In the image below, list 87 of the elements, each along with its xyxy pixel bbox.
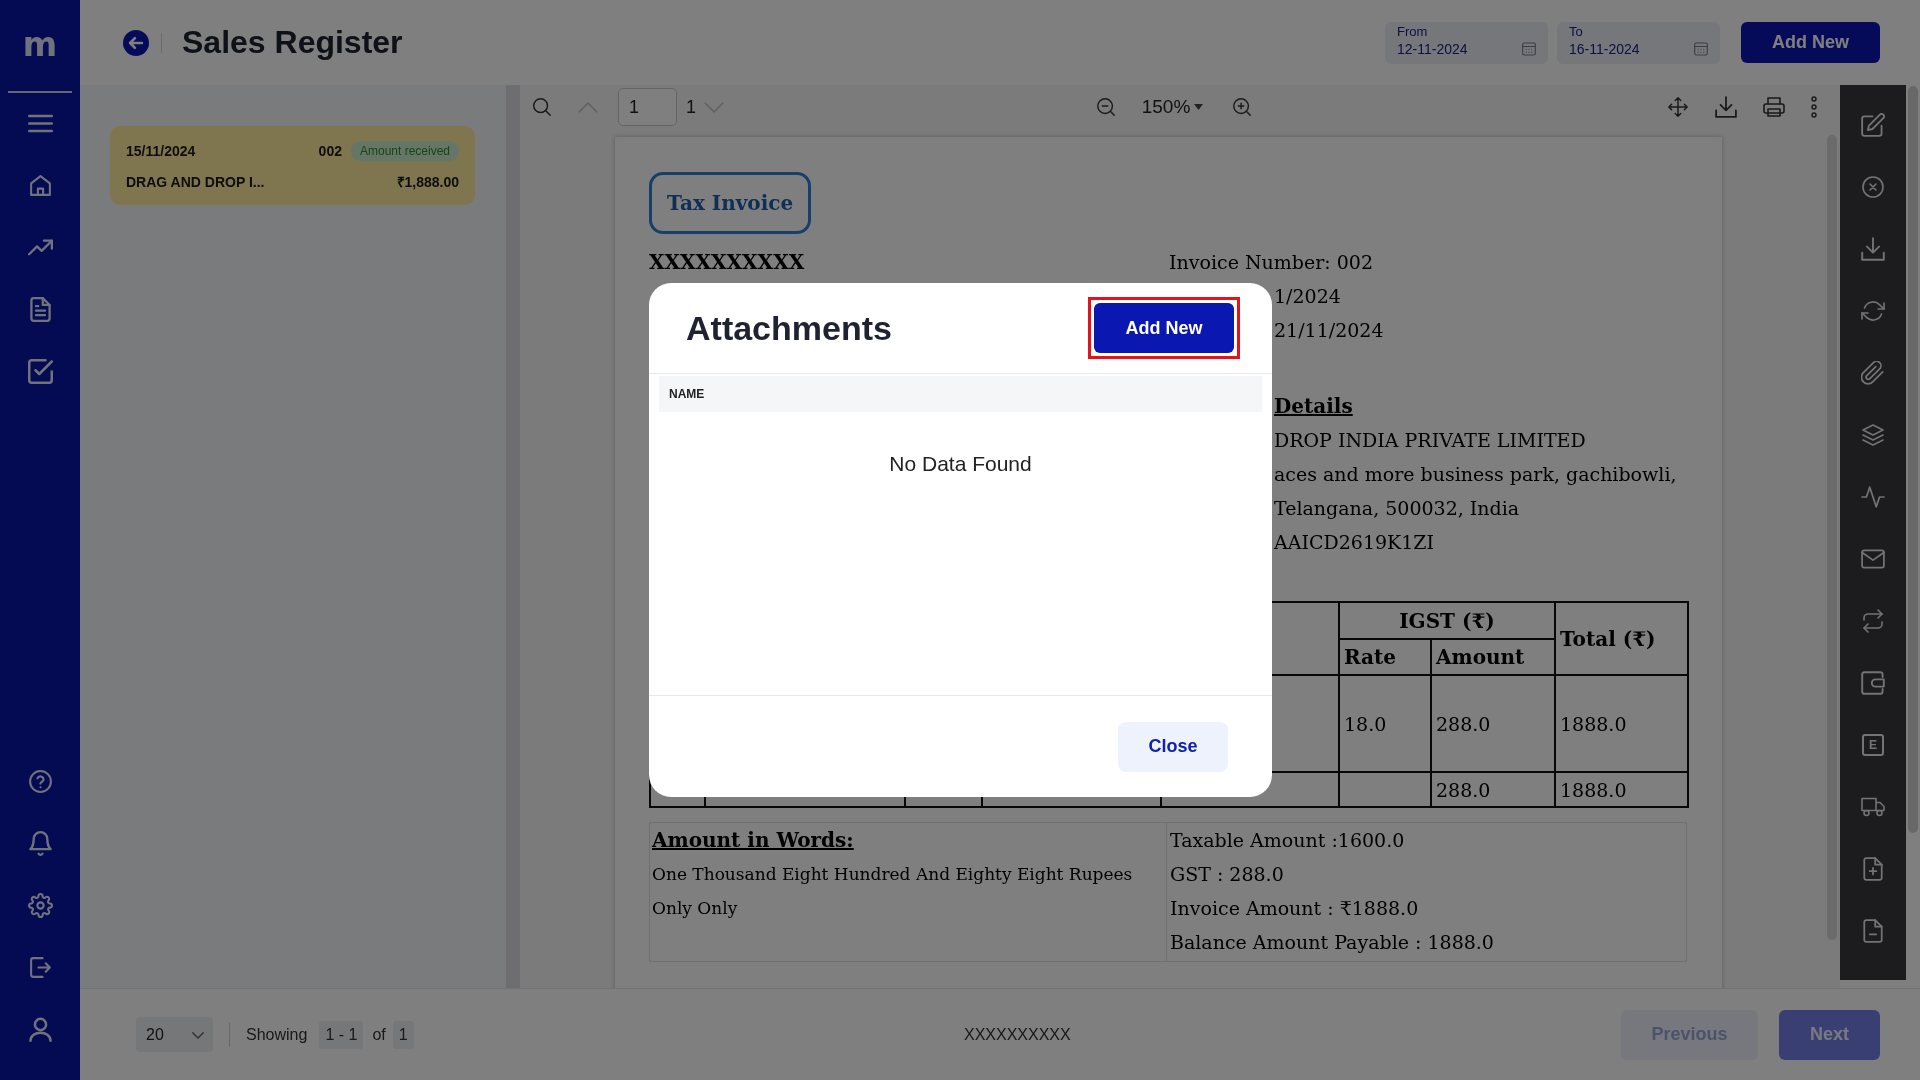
print-icon[interactable] <box>1763 96 1785 118</box>
address-line: AAICD2619K1ZI <box>1274 530 1435 555</box>
close-button[interactable]: Close <box>1118 721 1228 772</box>
invoice-detail: 21/11/2024 <box>1274 318 1384 343</box>
file-plus-icon[interactable] <box>1861 857 1885 881</box>
help-icon[interactable] <box>27 769 53 794</box>
calendar-icon[interactable] <box>1522 41 1536 56</box>
summary-line: Invoice Amount : ₹1888.0 <box>1170 896 1419 921</box>
invoice-detail: Invoice Number: 002 <box>1169 250 1373 275</box>
showing-label: Showing <box>246 1025 308 1044</box>
column-header: NAME <box>659 376 1262 412</box>
add-new-button[interactable]: Add New <box>1741 22 1880 63</box>
zoom-out-icon[interactable] <box>1094 96 1117 118</box>
user-icon[interactable] <box>27 1017 53 1042</box>
table-header: IGST (₹) <box>1339 602 1555 639</box>
repeat-icon[interactable] <box>1861 609 1885 633</box>
field-label: To <box>1569 23 1583 40</box>
invoice-amount: ₹1,888.00 <box>396 173 459 191</box>
check-square-icon[interactable] <box>27 359 53 384</box>
invoice-number: 002 <box>318 143 342 159</box>
invoice-detail: 1/2024 <box>1274 284 1341 309</box>
field-value: 16-11-2024 <box>1569 39 1640 58</box>
bell-icon[interactable] <box>27 831 53 856</box>
zoom-select[interactable]: 150% <box>1141 96 1204 118</box>
zoom-in-icon[interactable] <box>1231 96 1254 118</box>
refresh-icon[interactable] <box>1861 299 1885 323</box>
search-icon[interactable] <box>531 96 553 118</box>
amount-in-words: One Thousand Eight Hundred And Eighty Eight Rupees Only Only <box>652 863 1134 920</box>
table-cell: 18.0 <box>1339 675 1431 772</box>
layers-icon[interactable] <box>1861 423 1885 447</box>
truck-icon[interactable] <box>1861 795 1885 819</box>
move-icon[interactable] <box>1667 96 1689 118</box>
file-minus-icon[interactable] <box>1861 919 1885 943</box>
download-icon[interactable] <box>1715 96 1737 118</box>
invoice-card[interactable]: 15/11/2024 002 Amount received DRAG AND DROP I... ₹1,888.00 <box>110 126 475 205</box>
calendar-icon[interactable] <box>1694 41 1708 56</box>
date-field[interactable]: To 16-11-2024 <box>1557 21 1720 64</box>
letter-icon[interactable]: E <box>1862 734 1884 756</box>
modal-title: Attachments <box>686 308 892 348</box>
seller-name: XXXXXXXXXX <box>649 249 805 276</box>
date-field[interactable]: From 12-11-2024 <box>1385 21 1548 64</box>
page-count: 1 <box>686 96 696 118</box>
summary-line: Taxable Amount :1600.0 <box>1170 828 1405 853</box>
home-icon[interactable] <box>27 173 53 198</box>
page-input[interactable]: 1 <box>618 88 677 126</box>
page-size-select[interactable]: 20 <box>136 1017 213 1052</box>
table-header: Rate <box>1339 639 1431 675</box>
table-cell: 288.0 <box>1431 675 1555 772</box>
paperclip-icon[interactable] <box>1861 361 1885 385</box>
document-icon[interactable] <box>27 297 53 322</box>
footer-text: XXXXXXXXXX <box>963 1025 1071 1044</box>
wallet-icon[interactable] <box>1861 671 1885 695</box>
page-title: Sales Register <box>182 24 403 61</box>
table-cell: 1888.0 <box>1555 772 1688 807</box>
field-label: From <box>1397 23 1428 40</box>
summary-line: Balance Amount Payable : 1888.0 <box>1170 930 1494 955</box>
close-circle-icon[interactable] <box>1861 175 1885 199</box>
invoice-date: 15/11/2024 <box>126 143 196 159</box>
total-count: 1 <box>392 1020 414 1049</box>
summary-line: GST : 288.0 <box>1170 862 1284 887</box>
table-header: Total (₹) <box>1555 602 1688 675</box>
caret-icon[interactable] <box>1194 104 1204 110</box>
document-title: Tax Invoice <box>649 172 812 234</box>
more-icon[interactable] <box>1811 96 1817 118</box>
table-cell: 1888.0 <box>1555 675 1688 772</box>
customer-name: DRAG AND DROP I... <box>126 173 265 190</box>
back-icon[interactable] <box>123 29 149 56</box>
chevron-down-icon[interactable] <box>192 1030 204 1039</box>
page-range: 1 - 1 <box>319 1020 364 1049</box>
address-line: aces and more business park, gachibowli, <box>1274 462 1677 487</box>
table-cell: 288.0 <box>1431 772 1555 807</box>
download-icon[interactable] <box>1861 237 1885 261</box>
settings-icon[interactable] <box>27 893 53 918</box>
address-line: Telangana, 500032, India <box>1274 496 1520 521</box>
mail-icon[interactable] <box>1861 547 1885 571</box>
address-line: DROP INDIA PRIVATE LIMITED <box>1274 428 1586 453</box>
section-heading: Amount in Words: <box>652 827 854 854</box>
edit-icon[interactable] <box>1861 113 1885 137</box>
logout-icon[interactable] <box>27 955 53 980</box>
add-new-button[interactable]: Add New <box>1094 303 1234 353</box>
empty-message: No Data Found <box>889 452 1032 476</box>
pulse-icon[interactable] <box>1861 485 1885 509</box>
logo: m <box>22 23 58 66</box>
section-heading: Details <box>1274 393 1353 420</box>
of-label: of <box>372 1025 386 1044</box>
status-badge: Amount received <box>350 141 459 161</box>
field-value: 12-11-2024 <box>1397 39 1468 58</box>
